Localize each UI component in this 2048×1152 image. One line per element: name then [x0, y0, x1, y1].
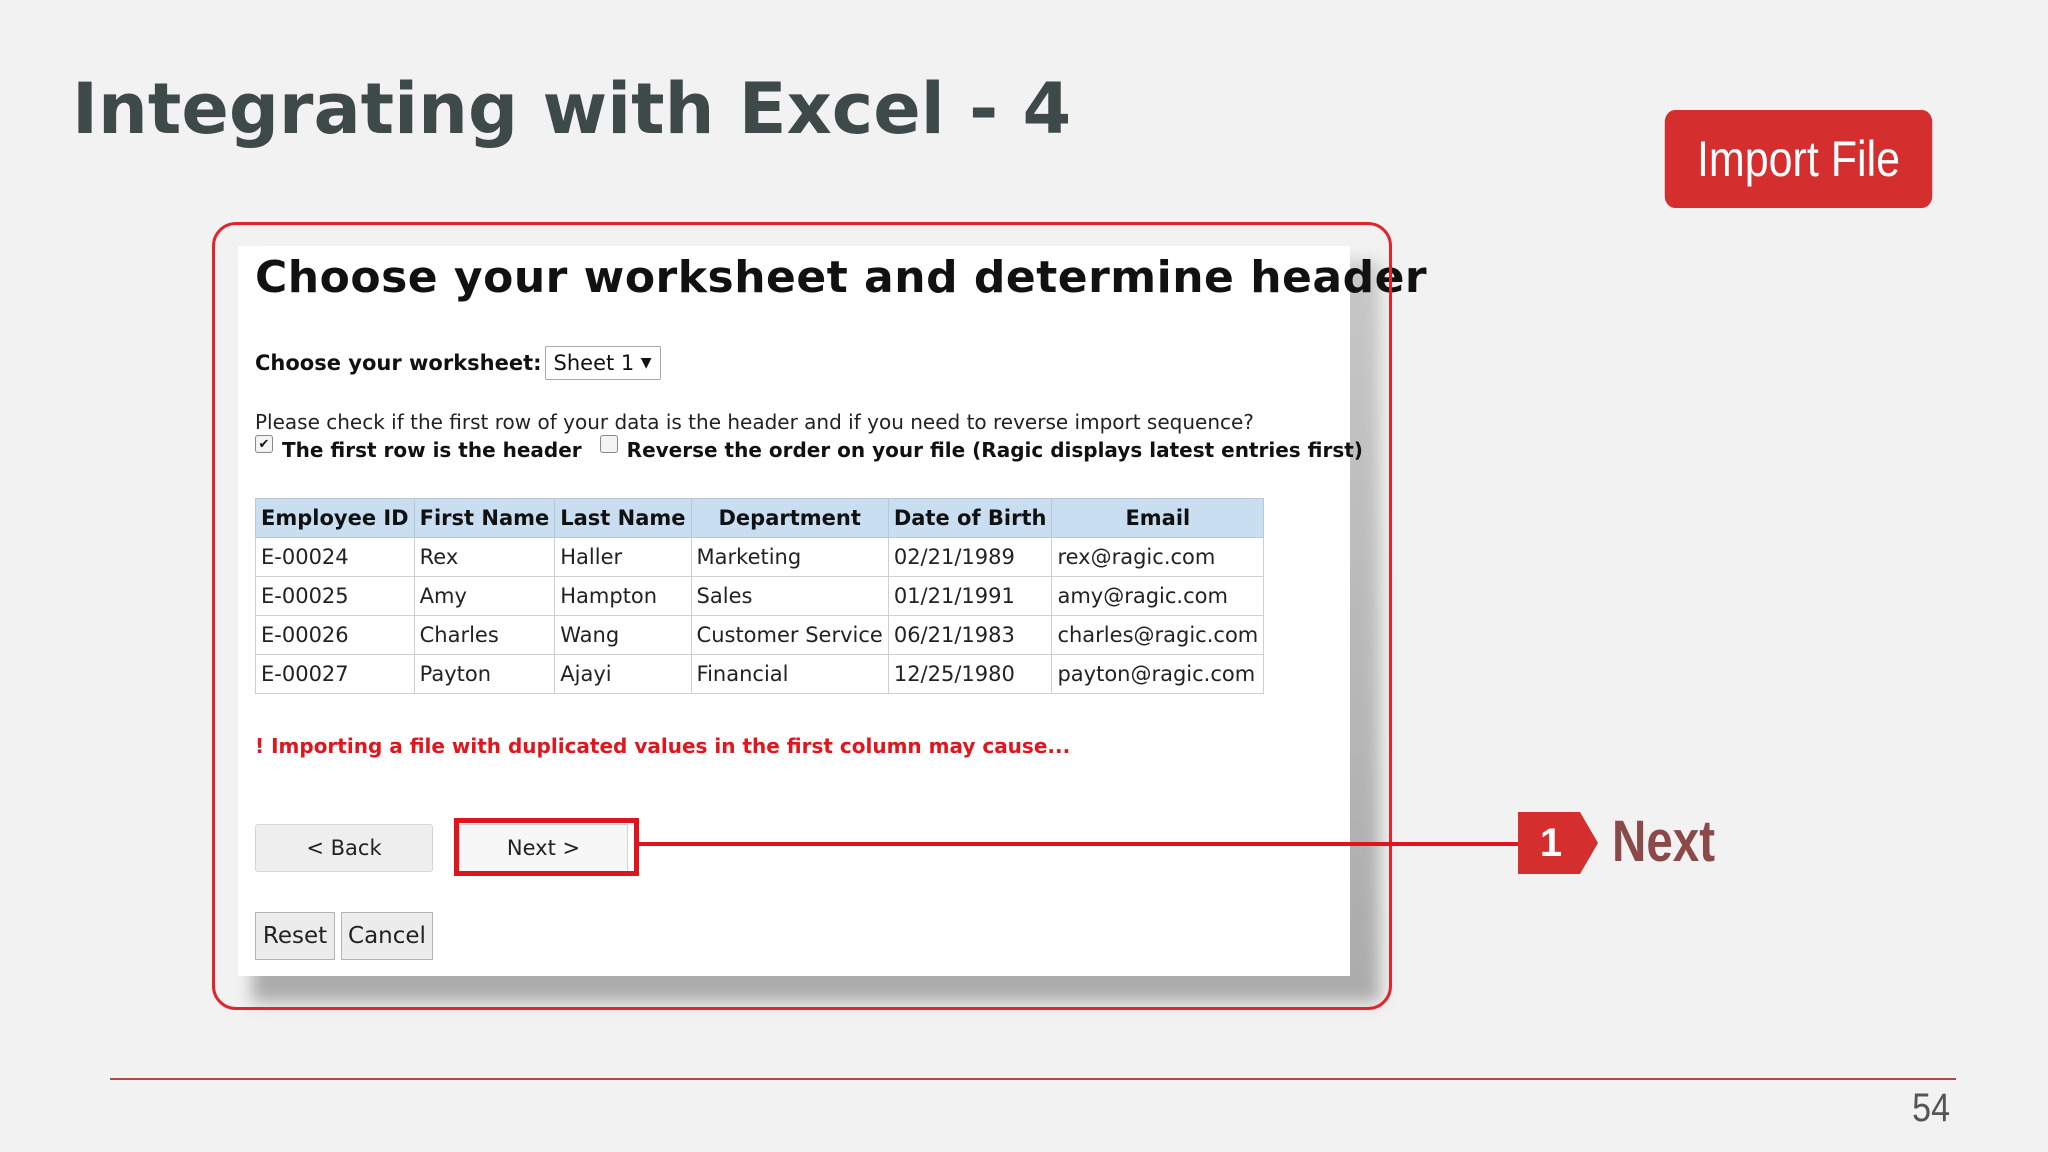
screenshot-frame: [212, 222, 1392, 1010]
next-button-highlight: [454, 818, 639, 876]
step-number: 1: [1539, 820, 1563, 865]
step-label: Next: [1612, 809, 1716, 874]
footer-divider: [110, 1078, 1956, 1080]
callout-connector: [639, 842, 1520, 846]
slide-title: Integrating with Excel - 4: [72, 68, 1072, 150]
page-number: 54: [1912, 1086, 1950, 1130]
import-file-badge: Import File: [1664, 110, 1933, 208]
